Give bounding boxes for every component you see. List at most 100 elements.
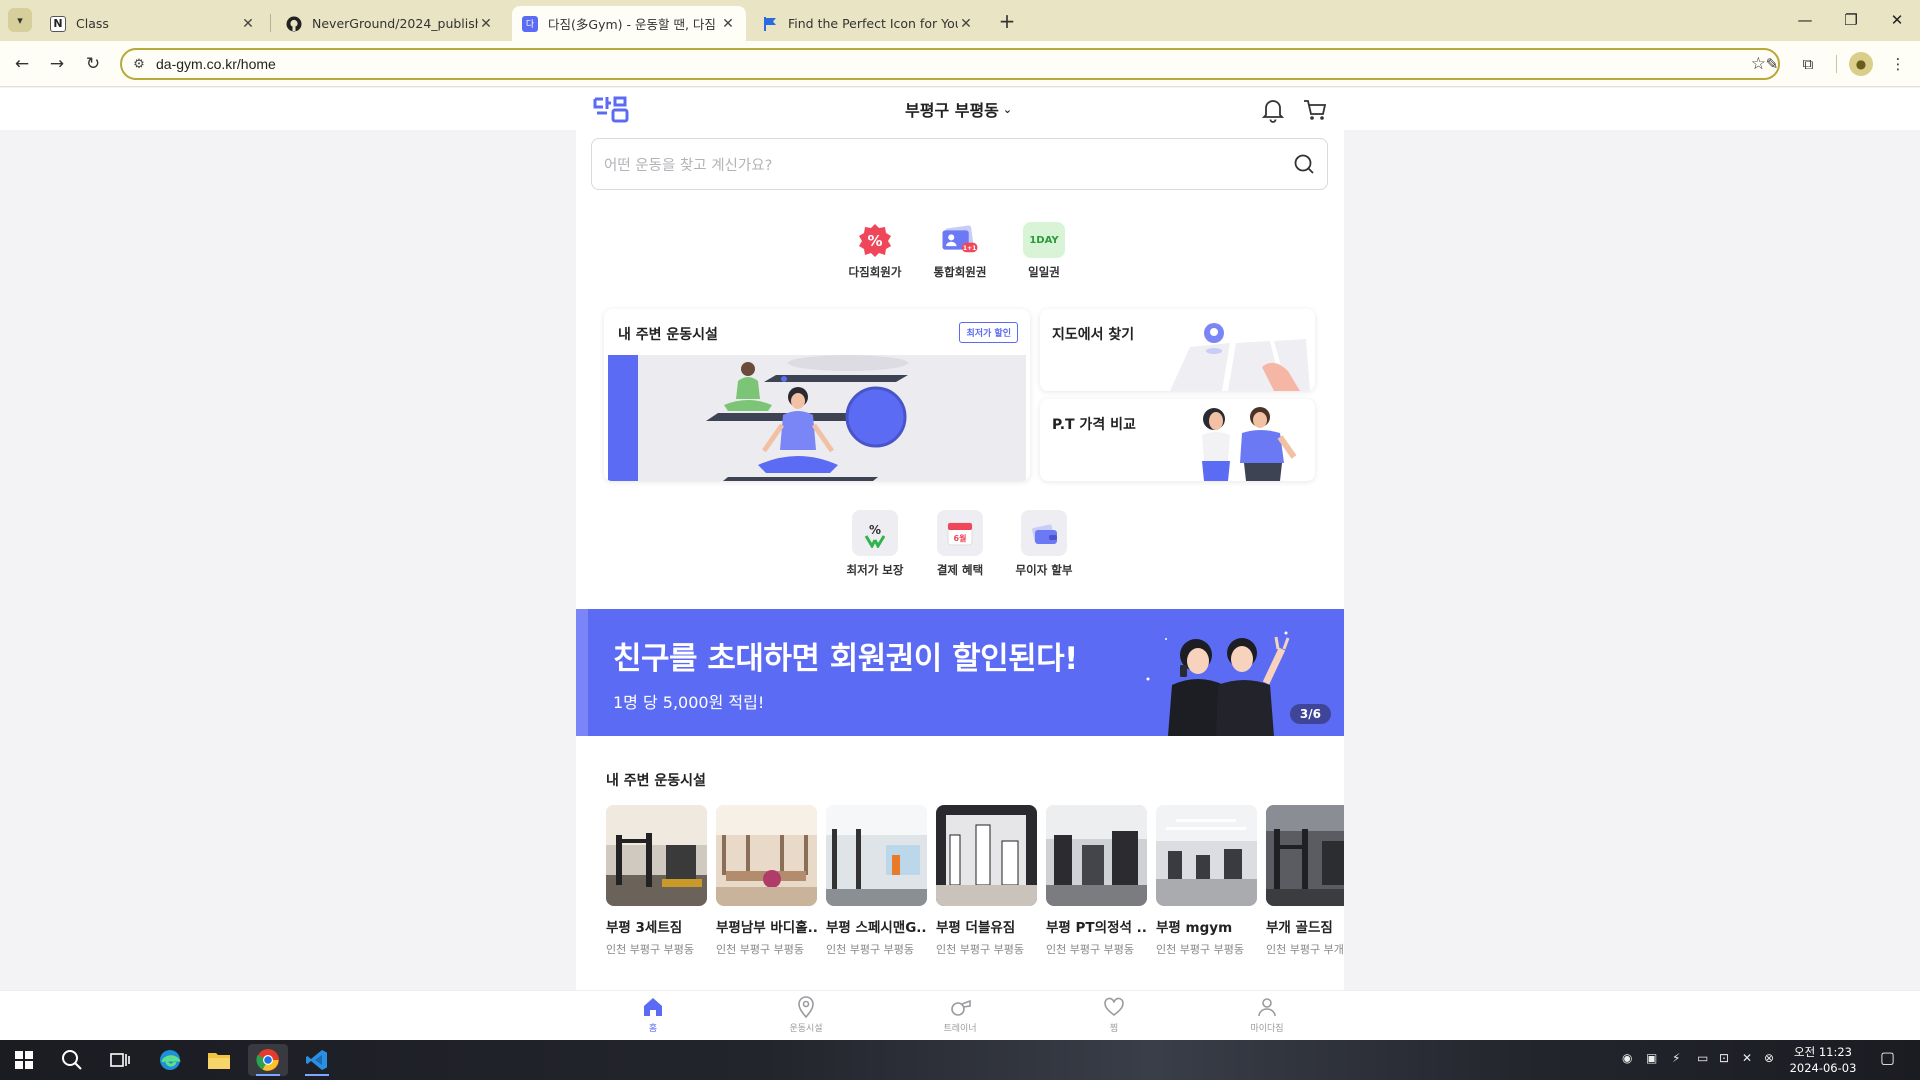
benefit-installment[interactable]: 무이자 할부 [999, 510, 1089, 578]
nav-trainer[interactable]: 트레이너 [920, 995, 1000, 1034]
wallet-icon [1021, 510, 1067, 556]
app-tray-icon[interactable]: ▣ [1646, 1051, 1657, 1065]
extensions-icon[interactable]: ⧉ [1795, 51, 1821, 77]
nav-label: 트레이너 [943, 1024, 977, 1034]
promo-banner[interactable]: 친구를 초대하면 회원권이 할인된다! 1명 당 5,000원 적립! 3/6 [576, 609, 1344, 736]
person-icon [1255, 995, 1279, 1019]
discord-icon[interactable]: ◉ [1622, 1051, 1632, 1065]
nearby-section-title: 내 주변 운동시설 [606, 773, 706, 789]
tab-strip: ▾ N Class ✕ NeverGround/2024_publishing … [0, 0, 1920, 41]
chrome-icon[interactable] [248, 1044, 288, 1076]
tab-search-button[interactable]: ▾ [8, 8, 32, 32]
tab-label: Class [76, 16, 109, 31]
tab-label: Find the Perfect Icon for Your [788, 16, 958, 31]
browser-toolbar: ← → ↻ ⚙ da-gym.co.kr/home ☆ ✎ ⧉ ● ⋮ [0, 41, 1920, 87]
profile-avatar[interactable]: ● [1849, 52, 1873, 76]
tab-close-icon[interactable]: ✕ [958, 16, 974, 32]
gym-card[interactable]: 부평 mgym 인천 부평구 부평동 [1156, 805, 1257, 957]
gym-card[interactable]: 부개 골드짐 인천 부평구 부개 [1266, 805, 1344, 957]
gym-card[interactable]: 부평 3세트짐 인천 부평구 부평동 [606, 805, 707, 957]
search-placeholder: 어떤 운동을 찾고 계신가요? [604, 157, 773, 174]
map-search-card[interactable]: 지도에서 찾기 [1040, 309, 1315, 391]
task-view-icon[interactable] [100, 1044, 140, 1076]
tab-close-icon[interactable]: ✕ [240, 16, 256, 32]
tab-label: NeverGround/2024_publishing [312, 16, 478, 31]
trainers-illustration [1202, 407, 1297, 481]
gym-address: 인천 부평구 부평동 [606, 943, 694, 956]
oneday-badge: 1DAY [1029, 234, 1059, 246]
tab-dagym[interactable]: 다 다짐(多Gym) - 운동할 땐, 다짐 ✕ [512, 6, 746, 41]
tab-class[interactable]: N Class ✕ [40, 6, 266, 41]
reload-button[interactable]: ↻ [80, 51, 106, 77]
benefit-lowest-price[interactable]: % 최저가 보장 [830, 510, 920, 578]
new-tab-button[interactable]: + [994, 8, 1020, 34]
file-explorer-icon[interactable] [199, 1044, 239, 1076]
gym-card[interactable]: 부평 더블유짐 인천 부평구 부평동 [936, 805, 1037, 957]
membership-card-icon: 1+1 [939, 222, 981, 258]
volume-muted-icon[interactable]: ✕ [1742, 1051, 1752, 1065]
oneday-ticket-icon: 1DAY [1023, 222, 1065, 258]
gym-card[interactable]: 부평 PT의정석 ... 인천 부평구 부평동 [1046, 805, 1147, 957]
benefit-label: 최저가 보장 [846, 563, 904, 577]
site-info-icon[interactable]: ⚙ [122, 57, 156, 72]
close-window-button[interactable]: ✕ [1874, 0, 1920, 40]
taskbar-search-icon[interactable] [52, 1044, 92, 1076]
url-text: da-gym.co.kr/home [156, 56, 276, 72]
notifications-icon[interactable]: ▢ [1880, 1048, 1895, 1067]
percent-badge-icon: % [854, 222, 896, 258]
location-selector[interactable]: 부평구 부평동 ⌄ [905, 97, 1012, 121]
vscode-icon[interactable] [297, 1044, 337, 1076]
tab-close-icon[interactable]: ✕ [720, 16, 736, 32]
tab-icons[interactable]: Find the Perfect Icon for Your ✕ [752, 6, 984, 41]
cart-icon[interactable] [1302, 97, 1328, 123]
category-dagym-price[interactable]: % 다짐회원가 [830, 222, 920, 280]
restore-button[interactable]: ❐ [1828, 0, 1874, 40]
gym-card[interactable]: 부평남부 바디홀... 인천 부평구 부평동 [716, 805, 817, 957]
eyedropper-icon[interactable]: ✎ [1759, 51, 1785, 77]
minimize-button[interactable]: — [1782, 0, 1828, 40]
dagym-icon: 다 [522, 15, 538, 32]
nav-my-page[interactable]: 마이다짐 [1227, 995, 1307, 1034]
gym-thumbnail [826, 805, 927, 906]
friends-illustration [1146, 631, 1290, 736]
category-integrated-membership[interactable]: 1+1 통합회원권 [915, 222, 1005, 280]
category-day-pass[interactable]: 1DAY 일일권 [999, 222, 1089, 280]
yoga-illustration [608, 355, 1026, 481]
taskbar-clock[interactable]: 오전 11:23 2024-06-03 [1788, 1044, 1858, 1076]
gym-address: 인천 부평구 부평동 [826, 943, 914, 956]
bell-icon[interactable] [1260, 97, 1286, 123]
banner-title: 친구를 초대하면 회원권이 할인된다! [613, 641, 1078, 677]
windows-start-icon[interactable] [4, 1044, 44, 1076]
search-input[interactable]: 어떤 운동을 찾고 계신가요? [591, 138, 1328, 190]
network-off-icon[interactable]: ⚡ [1672, 1051, 1680, 1065]
network-icon[interactable]: ⊡ [1719, 1051, 1729, 1065]
search-icon[interactable] [1293, 153, 1315, 175]
gym-address: 인천 부평구 부개 [1266, 943, 1344, 956]
back-button[interactable]: ← [9, 51, 35, 77]
card-title: 지도에서 찾기 [1052, 327, 1135, 343]
address-bar[interactable]: ⚙ da-gym.co.kr/home ☆ [120, 48, 1780, 80]
nav-home[interactable]: 홈 [613, 995, 693, 1034]
dagym-logo[interactable] [593, 95, 629, 123]
browser-menu-icon[interactable]: ⋮ [1885, 51, 1911, 77]
benefit-payment[interactable]: 6월 결제 혜택 [915, 510, 1005, 578]
tab-github[interactable]: NeverGround/2024_publishing ✕ [276, 6, 504, 41]
tab-close-icon[interactable]: ✕ [478, 16, 494, 32]
gym-name: 부평 3세트짐 [606, 920, 683, 936]
pt-price-compare-card[interactable]: P.T 가격 비교 [1040, 399, 1315, 481]
nav-facilities[interactable]: 운동시설 [766, 995, 846, 1034]
gym-name: 부평 mgym [1156, 920, 1233, 936]
status-icon[interactable]: ⊗ [1764, 1051, 1774, 1065]
nav-label: 운동시설 [789, 1024, 823, 1034]
gym-thumbnail [1156, 805, 1257, 906]
meet-icon[interactable]: ▭ [1697, 1051, 1708, 1065]
nav-favorites[interactable]: 찜 [1074, 995, 1154, 1034]
gym-address: 인천 부평구 부평동 [936, 943, 1024, 956]
banner-pager: 3/6 [1289, 704, 1331, 724]
calendar-icon: 6월 [937, 510, 983, 556]
gym-card[interactable]: 부평 스페시맨G... 인천 부평구 부평동 [826, 805, 927, 957]
forward-button[interactable]: → [44, 51, 70, 77]
nearby-facilities-card[interactable]: 내 주변 운동시설 최저가 할인 [604, 309, 1030, 481]
edge-icon[interactable] [150, 1044, 190, 1076]
lowest-price-tag: 최저가 할인 [959, 322, 1018, 343]
